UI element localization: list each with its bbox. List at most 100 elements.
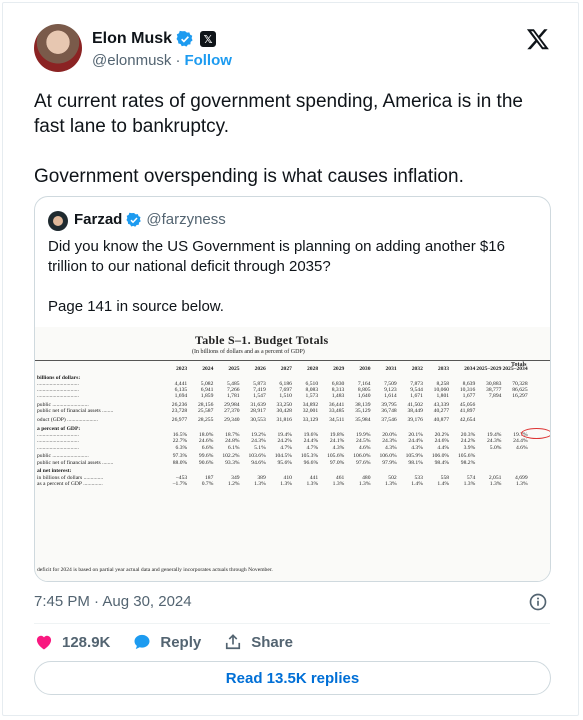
- doc-table-row: as a percent of GDP .............. –1.7% 0…: [35, 481, 528, 487]
- doc-footnote: deficit for 2024 is based on partial yea…: [37, 567, 273, 573]
- quote-author-name: Farzad: [74, 211, 123, 228]
- doc-cell: 1,573: [305, 393, 319, 400]
- doc-cell: 28,255: [197, 417, 214, 424]
- doc-cell: 1,483: [331, 393, 345, 400]
- doc-cell: 1.4%: [437, 480, 450, 487]
- doc-cell: 88.0%: [172, 459, 188, 466]
- doc-cell: 4.6%: [515, 444, 528, 451]
- doc-table-row: public net of financial assets ........ 8…: [35, 460, 528, 466]
- doc-cell: 97.6%: [356, 459, 371, 466]
- doc-cell: 1,640: [357, 393, 371, 400]
- timestamp[interactable]: 7:45 PM · Aug 30, 2024: [34, 593, 192, 610]
- doc-cell: 26,977: [171, 417, 188, 424]
- quote-paragraph-2: Page 141 in source below.: [48, 298, 224, 315]
- doc-cell: 5.0%: [489, 444, 502, 451]
- author-handle[interactable]: @elonmusk: [92, 52, 171, 69]
- doc-cell: 25,587: [197, 408, 214, 415]
- tweet-card: Elon Musk 𝕏 @elonmusk · Follow At curren…: [2, 2, 579, 716]
- doc-cell: 40,877: [433, 417, 450, 424]
- reply-button[interactable]: Reply: [132, 632, 201, 652]
- doc-cell: 1,859: [200, 393, 214, 400]
- doc-cell: 6.1%: [227, 444, 240, 451]
- doc-cell: 1,801: [436, 393, 450, 400]
- doc-cell: 34,511: [329, 417, 345, 424]
- highlight-circle: [521, 428, 550, 439]
- doc-table: 2023 2024 2025 2026 2027 2028 2029 2030 2031 2032…: [35, 366, 528, 487]
- doc-row-label: as a percent of GDP ..............: [37, 480, 103, 487]
- doc-year-header: 2025–2029: [476, 366, 502, 372]
- doc-cell: 39,176: [407, 417, 423, 424]
- x-logo-icon[interactable]: [526, 27, 550, 51]
- doc-cell: 23,728: [171, 408, 188, 415]
- doc-cell: 1.3%: [515, 480, 528, 487]
- doc-year-header: 2024: [202, 366, 214, 372]
- quote-author-avatar: [48, 211, 68, 231]
- doc-rule-top: [35, 360, 550, 361]
- doc-cell: 96.6%: [303, 459, 319, 466]
- doc-cell: [475, 417, 501, 423]
- like-count: 128.9K: [62, 633, 111, 651]
- doc-cell: 6.6%: [201, 444, 214, 451]
- doc-cell: –1.7%: [172, 480, 188, 487]
- info-icon[interactable]: [528, 592, 548, 612]
- doc-cell: 28,917: [250, 408, 266, 415]
- doc-cell: [475, 408, 501, 414]
- doc-cell: 7,894: [488, 393, 502, 400]
- doc-cell: 1.3%: [306, 480, 319, 487]
- doc-cell: 0.7%: [201, 480, 214, 487]
- doc-cell: 4.7%: [306, 444, 319, 451]
- doc-cell: 1.3%: [358, 480, 371, 487]
- doc-cell: 98.2%: [460, 459, 476, 466]
- quote-author-row: Farzad @farzyness: [74, 211, 226, 228]
- doc-table-row: public net of financial assets ........ 2…: [35, 408, 528, 414]
- action-bar: 128.9K Reply Share: [34, 632, 315, 652]
- doc-cell: 40,277: [433, 408, 450, 415]
- doc-cell: 1.3%: [332, 480, 345, 487]
- read-replies-button[interactable]: Read 13.5K replies: [34, 661, 551, 695]
- doc-cell: 32,001: [302, 408, 319, 415]
- follow-button[interactable]: Follow: [184, 52, 232, 69]
- doc-cell: [501, 460, 527, 466]
- doc-cell: 1,510: [279, 393, 292, 400]
- tweet-paragraph-2: Government overspending is what causes i…: [34, 166, 464, 187]
- actions-divider: [34, 623, 550, 624]
- share-label: Share: [251, 633, 293, 651]
- doc-cell: 42,654: [459, 417, 476, 424]
- doc-cell: 30,428: [276, 408, 292, 415]
- quote-text: Did you know the US Government is planni…: [48, 237, 538, 337]
- doc-cell: 98.4%: [434, 459, 450, 466]
- reply-label: Reply: [160, 633, 202, 651]
- doc-cell: 4.3%: [332, 444, 345, 451]
- doc-year-header: 2028: [306, 366, 319, 372]
- author-name-row: Elon Musk 𝕏: [92, 30, 217, 48]
- doc-cell: 35,129: [355, 408, 371, 415]
- doc-cell: [501, 408, 527, 414]
- verified-badge-icon: [176, 30, 193, 47]
- doc-year-header: 2023: [176, 366, 188, 372]
- doc-cell: 97.9%: [382, 459, 397, 466]
- doc-cell: 37,546: [381, 417, 397, 424]
- doc-cell: 38,449: [407, 408, 423, 415]
- doc-cell: 3.9%: [463, 444, 476, 451]
- doc-cell: [501, 417, 527, 423]
- doc-cell: 1.3%: [254, 480, 266, 487]
- quoted-tweet[interactable]: Farzad @farzyness Did you know the US Go…: [34, 196, 551, 582]
- budget-table-image[interactable]: Table S–1. Budget Totals (In billions of…: [35, 327, 550, 581]
- doc-cell: 95.6%: [277, 459, 292, 466]
- doc-cell: 1.3%: [463, 480, 476, 487]
- doc-cell: 16,297: [512, 393, 528, 400]
- doc-cell: 4.4%: [437, 444, 450, 451]
- doc-cell: 6.3%: [175, 444, 188, 451]
- doc-cell: 98.1%: [408, 459, 423, 466]
- doc-cell: 1.3%: [280, 480, 292, 487]
- doc-year-header: 2031: [385, 366, 397, 372]
- doc-cell: 30,553: [250, 417, 266, 424]
- doc-title: Table S–1. Budget Totals: [195, 333, 329, 347]
- doc-cell: 35,984: [355, 417, 371, 424]
- like-button[interactable]: 128.9K: [34, 632, 110, 652]
- author-name[interactable]: Elon Musk: [92, 30, 172, 48]
- doc-cell: 1.3%: [489, 480, 502, 487]
- author-avatar[interactable]: [34, 24, 82, 72]
- doc-cell: 4.7%: [280, 444, 292, 451]
- share-button[interactable]: Share: [223, 632, 293, 652]
